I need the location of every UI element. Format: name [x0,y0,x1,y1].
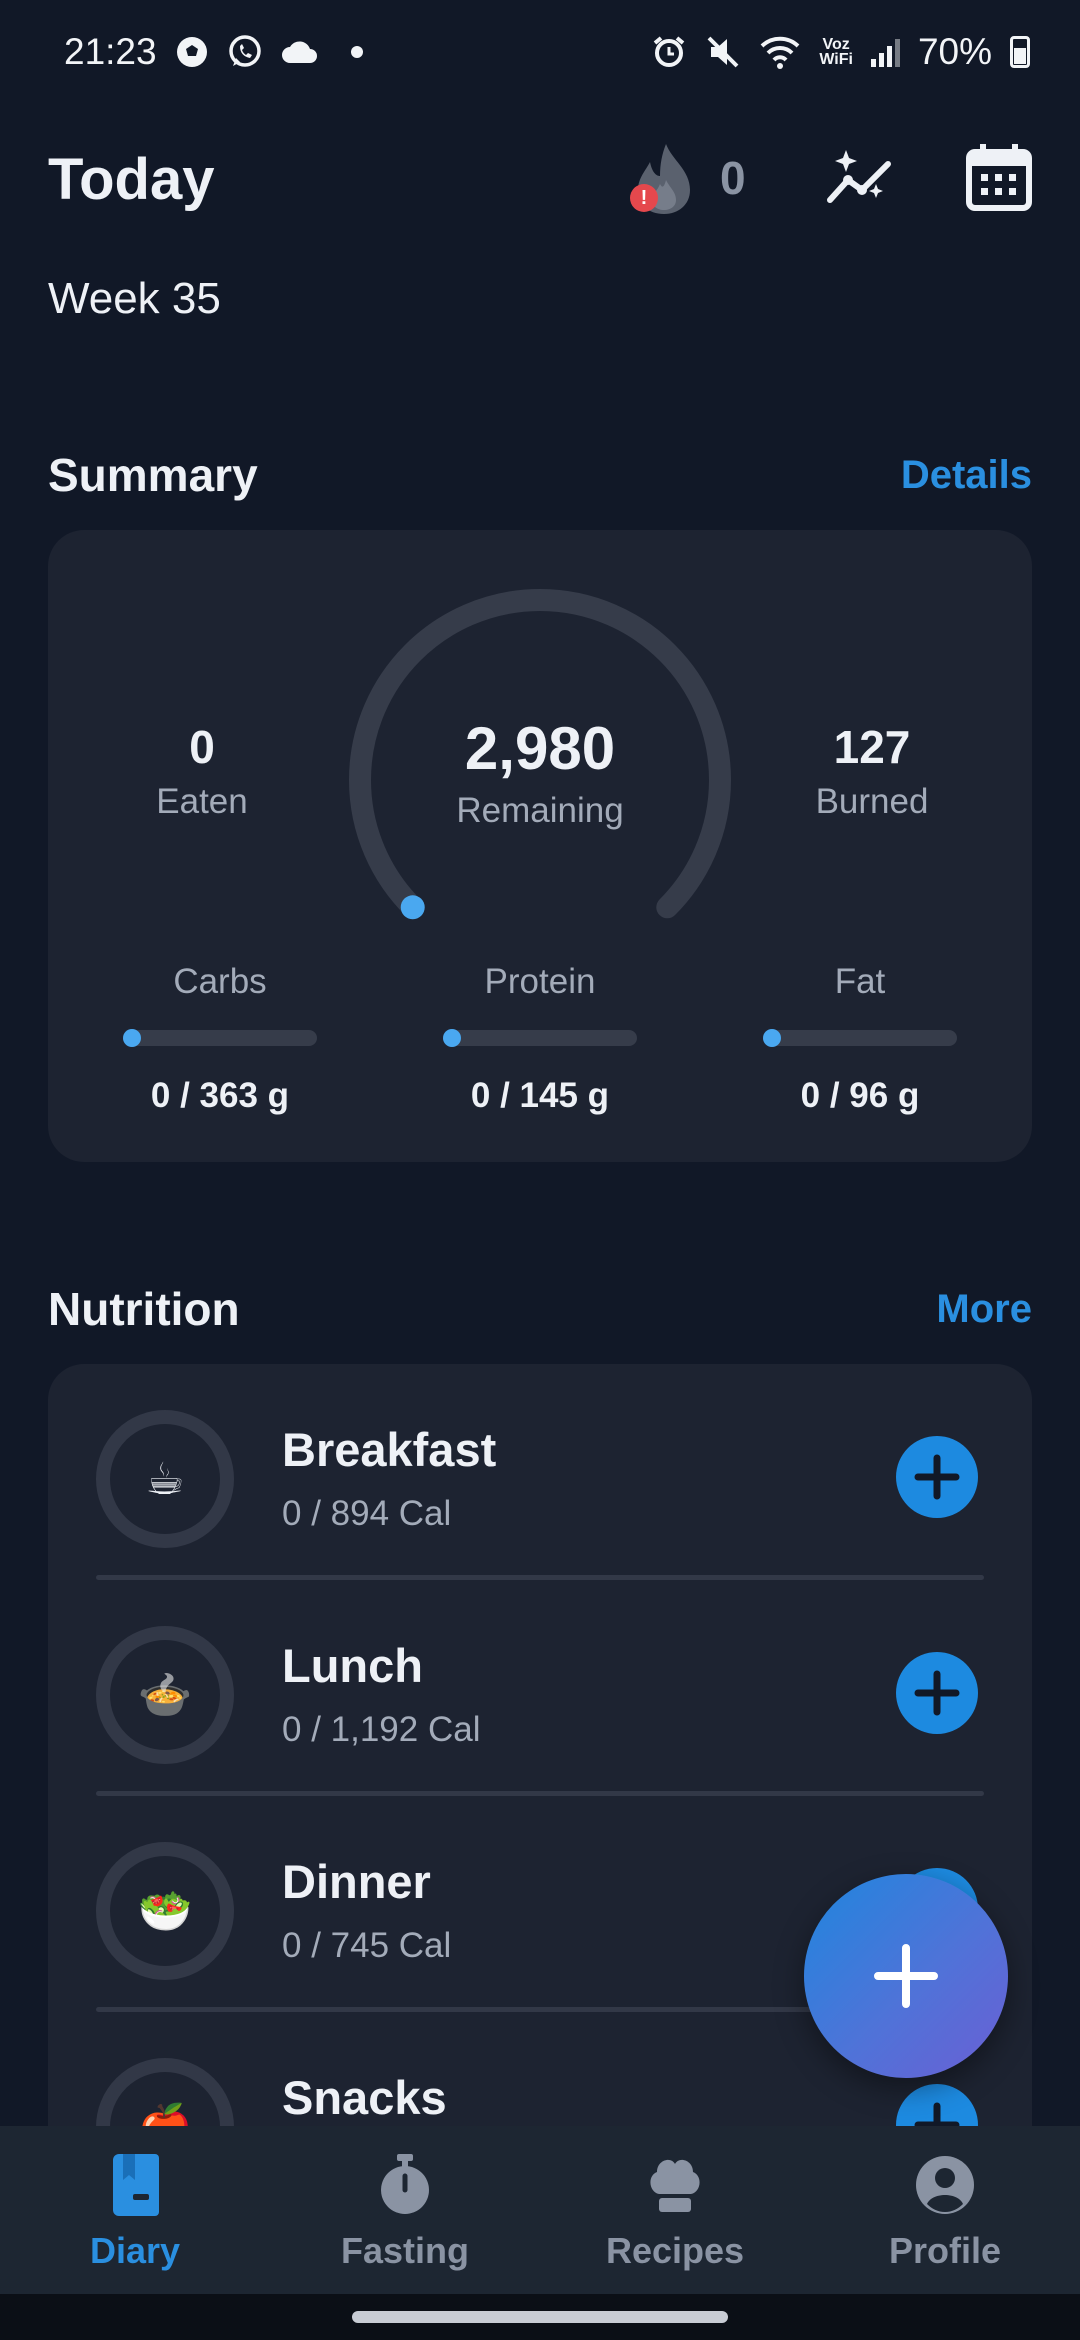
summary-header: Summary Details [48,448,1032,502]
trends-sparkle-icon[interactable] [824,146,896,210]
macro-protein: Protein 0 / 145 g [410,962,670,1116]
remaining-value: 2,980 [464,715,616,782]
remaining-label: Remaining [456,791,624,830]
signal-icon [870,37,900,67]
nutrition-header: Nutrition More [48,1282,1032,1336]
dot-icon [350,46,363,58]
summary-title: Summary [48,449,258,501]
salad-bowl-icon: 🥗 [96,1842,234,1980]
status-bar-left: 21:23 [64,31,363,73]
macro-progress-bar [123,1029,317,1047]
macro-progress-dot [443,1029,461,1047]
nav-label: Fasting [340,2230,469,2271]
status-bar: 21:23 Voz WiFi 70% [0,0,1080,104]
voz-wifi-icon: Voz WiFi [819,36,853,68]
chef-hat-icon [650,2159,700,2212]
streak-button[interactable]: ! 0 [628,140,746,216]
macro-progress-dot [123,1029,141,1047]
macro-progress-bar [763,1029,957,1047]
meal-name: Dinner [282,1855,431,1908]
whatsapp-icon [228,35,261,67]
home-indicator[interactable] [352,2311,728,2323]
eaten-label: Eaten [156,782,248,821]
macro-label: Carbs [173,962,267,1001]
macro-progress-bar [443,1029,637,1047]
meal-row-breakfast[interactable]: ☕ Breakfast 0 / 894 Cal [48,1364,1032,1580]
macro-progress-dot [763,1029,781,1047]
meal-name: Lunch [282,1639,423,1692]
wifi-icon [760,36,800,69]
burned-stat: 127 Burned [762,720,982,822]
voz-wifi-bottom: WiFi [819,51,853,68]
soup-bowl-icon: 🍲 [96,1626,234,1764]
meal-row-lunch[interactable]: 🍲 Lunch 0 / 1,192 Cal [48,1580,1032,1796]
nav-diary[interactable]: Diary [0,2126,270,2294]
summary-card: 0 Eaten 2,980 Remaining 127 Burned Carbs… [48,530,1032,1162]
bottom-navigation: Diary Fasting Recipes Profile [0,2126,1080,2294]
meal-name: Snacks [282,2071,447,2124]
ring-progress-dot [400,895,425,920]
add-lunch-button[interactable] [896,1652,978,1734]
macro-value: 0 / 96 g [800,1076,920,1115]
flame-icon: ! [628,140,700,216]
meal-calories: 0 / 894 Cal [282,1494,452,1533]
streak-count: 0 [720,152,746,204]
burned-value: 127 [833,721,911,773]
burned-label: Burned [815,782,929,821]
meal-calories: 0 / 1,192 Cal [282,1710,481,1749]
macro-fat: Fat 0 / 96 g [730,962,990,1116]
alarm-icon [654,36,685,67]
coffee-cup-icon: ☕ [96,1410,234,1548]
add-breakfast-button[interactable] [896,1436,978,1518]
calendar-icon[interactable] [966,142,1032,212]
week-label: Week 35 [48,274,221,323]
clock: 21:23 [64,31,157,72]
eaten-stat: 0 Eaten [92,720,312,822]
battery-icon [1010,36,1030,68]
meal-name: Breakfast [282,1423,497,1476]
battery-percent: 70% [917,31,992,72]
remaining-stat: 2,980 Remaining [380,714,700,831]
page-title: Today [48,147,215,212]
soccer-ball-icon [176,37,207,67]
nav-fasting[interactable]: Fasting [270,2126,540,2294]
alert-badge-icon: ! [630,184,658,212]
cloud-icon [281,41,317,63]
status-bar-right: Voz WiFi 70% [651,31,1030,73]
nav-label: Recipes [605,2230,745,2271]
quick-add-fab-button[interactable] [804,1874,1008,2078]
macro-value: 0 / 363 g [150,1076,290,1115]
more-link[interactable]: More [936,1287,1032,1332]
meal-calories: 0 / 745 Cal [282,1926,452,1965]
macro-carbs: Carbs 0 / 363 g [90,962,350,1116]
nutrition-title: Nutrition [48,1283,240,1335]
nav-profile[interactable]: Profile [810,2126,1080,2294]
macro-label: Fat [834,962,886,1001]
macro-value: 0 / 145 g [470,1076,610,1115]
header: Today ! 0 [48,140,1032,220]
mute-icon [707,36,739,68]
profile-icon [916,2156,974,2214]
macro-label: Protein [484,962,596,1001]
nav-recipes[interactable]: Recipes [540,2126,810,2294]
nav-label: Diary [89,2230,181,2271]
stopwatch-icon [381,2154,429,2214]
nav-label: Profile [888,2230,1002,2271]
diary-icon [113,2154,159,2216]
details-link[interactable]: Details [901,453,1032,498]
voz-wifi-top: Voz [822,36,850,53]
eaten-value: 0 [189,721,215,773]
